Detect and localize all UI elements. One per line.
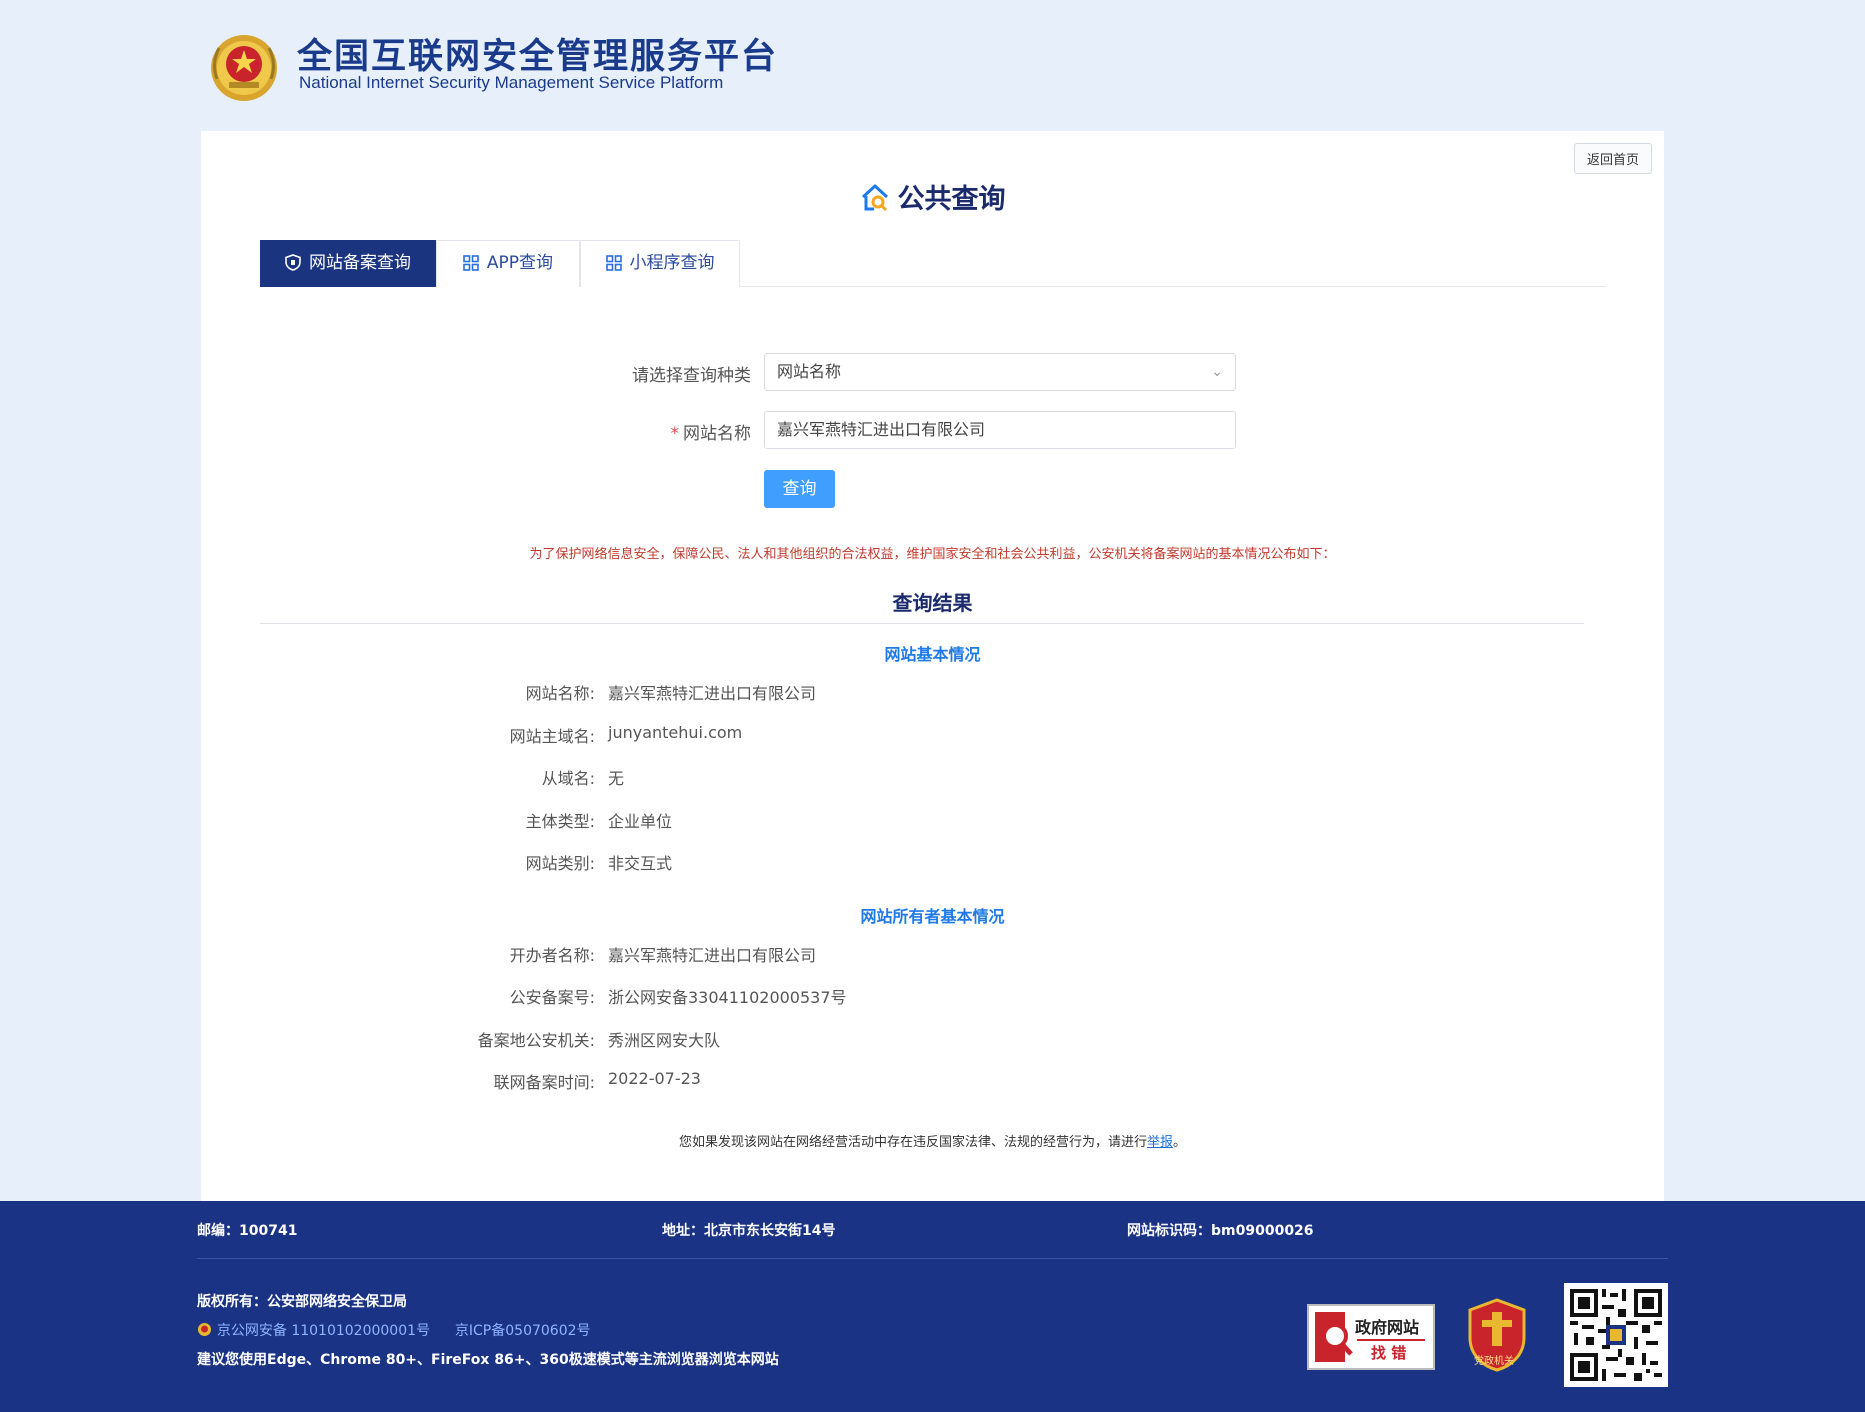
house-search-icon	[860, 183, 890, 220]
public-notice: 为了保护网络信息安全，保障公民、法人和其他组织的合法权益，维护国家安全和社会公共…	[529, 547, 1336, 562]
qr-code	[1564, 1283, 1668, 1387]
info-value: 2022-07-23	[608, 1069, 701, 1088]
badge-party-label: 党政机关	[1474, 1356, 1514, 1367]
party-gov-badge[interactable]: 党政机关	[1466, 1298, 1528, 1372]
shield-icon	[285, 244, 301, 289]
query-type-select[interactable]: 网站名称 ⌄	[764, 353, 1236, 391]
footer-site-id: 网站标识码：bm09000026	[1127, 1223, 1314, 1239]
info-key: 备案地公安机关:	[477, 1031, 595, 1050]
badge-gov-line1: 政府网站	[1355, 1318, 1420, 1337]
back-home-button[interactable]: 返回首页	[1573, 143, 1652, 174]
tab-label: 小程序查询	[629, 253, 715, 273]
info-key: 网站类别:	[525, 854, 595, 873]
report-text: 您如果发现该网站在网络经营活动中存在违反国家法律、法规的经营行为，请进行	[678, 1135, 1147, 1150]
footer-postcode: 邮编：100741	[197, 1223, 298, 1239]
info-value: 无	[608, 769, 625, 788]
site-name-label: * 网站名称	[671, 419, 752, 444]
info-value: 浙公网安备33041102000537号	[608, 988, 847, 1007]
site-name-label-text: 网站名称	[683, 424, 751, 444]
query-type-value: 网站名称	[777, 362, 842, 381]
grid-icon	[605, 244, 622, 289]
grid-icon	[463, 244, 479, 289]
main-card: 返回首页 公共查询 网站备案查询 APP查询 小程序查询 请选择查询种类 网站名…	[201, 131, 1664, 1201]
info-value: 企业单位	[608, 812, 673, 831]
tab-mini-program[interactable]: 小程序查询	[580, 240, 740, 287]
info-value: 嘉兴军燕特汇进出口有限公司	[608, 684, 817, 703]
page-title-text: 公共查询	[897, 184, 1006, 215]
site-footer: 邮编：100741 地址：北京市东长安街14号 网站标识码：bm09000026…	[0, 1201, 1865, 1412]
query-type-label: 请选择查询种类	[632, 366, 751, 386]
chevron-down-icon: ⌄	[1211, 364, 1223, 380]
report-line: 您如果发现该网站在网络经营活动中存在违反国家法律、法规的经营行为，请进行举报。	[201, 1131, 1664, 1150]
police-record-link[interactable]: 京公网安备 11010102000001号	[217, 1323, 430, 1339]
info-key: 公安备案号:	[509, 988, 595, 1007]
qr-code-icon	[1570, 1289, 1662, 1381]
query-button[interactable]: 查询	[764, 470, 835, 508]
tab-label: 网站备案查询	[309, 253, 411, 273]
footer-address: 地址：北京市东长安街14号	[662, 1223, 836, 1239]
site-info-title: 网站基本情况	[884, 645, 981, 664]
info-key: 联网备案时间:	[493, 1073, 595, 1092]
owner-info-title: 网站所有者基本情况	[860, 907, 1005, 926]
info-key: 开办者名称:	[509, 946, 595, 965]
info-key: 网站主域名:	[509, 727, 595, 746]
info-key: 主体类型:	[525, 812, 595, 831]
site-subtitle: National Internet Security Management Se…	[299, 73, 724, 92]
required-mark: *	[670, 424, 680, 444]
tab-label: APP查询	[486, 253, 554, 273]
gov-site-error-badge[interactable]: 政府网站 找 错	[1307, 1304, 1435, 1370]
result-title: 查询结果	[892, 591, 973, 615]
site-title: 全国互联网安全管理服务平台	[297, 37, 779, 77]
report-end: 。	[1173, 1135, 1187, 1150]
info-value: 非交互式	[608, 854, 673, 873]
footer-copyright: 版权所有：公安部网络安全保卫局	[197, 1294, 407, 1310]
info-key: 从域名:	[541, 769, 595, 788]
report-link[interactable]: 举报	[1147, 1135, 1173, 1150]
info-value: 秀洲区网安大队	[608, 1031, 721, 1050]
footer-divider	[197, 1258, 1668, 1259]
police-emblem-icon	[207, 24, 281, 104]
result-divider	[260, 623, 1584, 624]
info-value: junyantehui.com	[608, 723, 743, 742]
icp-record-link[interactable]: 京ICP备05070602号	[455, 1323, 591, 1339]
site-name-input[interactable]: 嘉兴军燕特汇进出口有限公司	[764, 411, 1236, 449]
tab-app[interactable]: APP查询	[436, 240, 580, 287]
badge-gov-line2: 找 错	[1371, 1344, 1407, 1362]
site-header: 全国互联网安全管理服务平台 National Internet Security…	[0, 0, 1865, 131]
info-value: 嘉兴军燕特汇进出口有限公司	[608, 946, 817, 965]
tab-website-record[interactable]: 网站备案查询	[260, 240, 436, 287]
page-title: 公共查询	[201, 177, 1664, 220]
query-tabs: 网站备案查询 APP查询 小程序查询	[260, 240, 1606, 287]
police-badge-icon	[197, 1323, 217, 1339]
info-key: 网站名称:	[525, 684, 595, 703]
footer-browser-tip: 建议您使用Edge、Chrome 80+、FireFox 86+、360极速模式…	[197, 1352, 779, 1368]
footer-records: 京公网安备 11010102000001号 京ICP备05070602号	[197, 1320, 591, 1340]
